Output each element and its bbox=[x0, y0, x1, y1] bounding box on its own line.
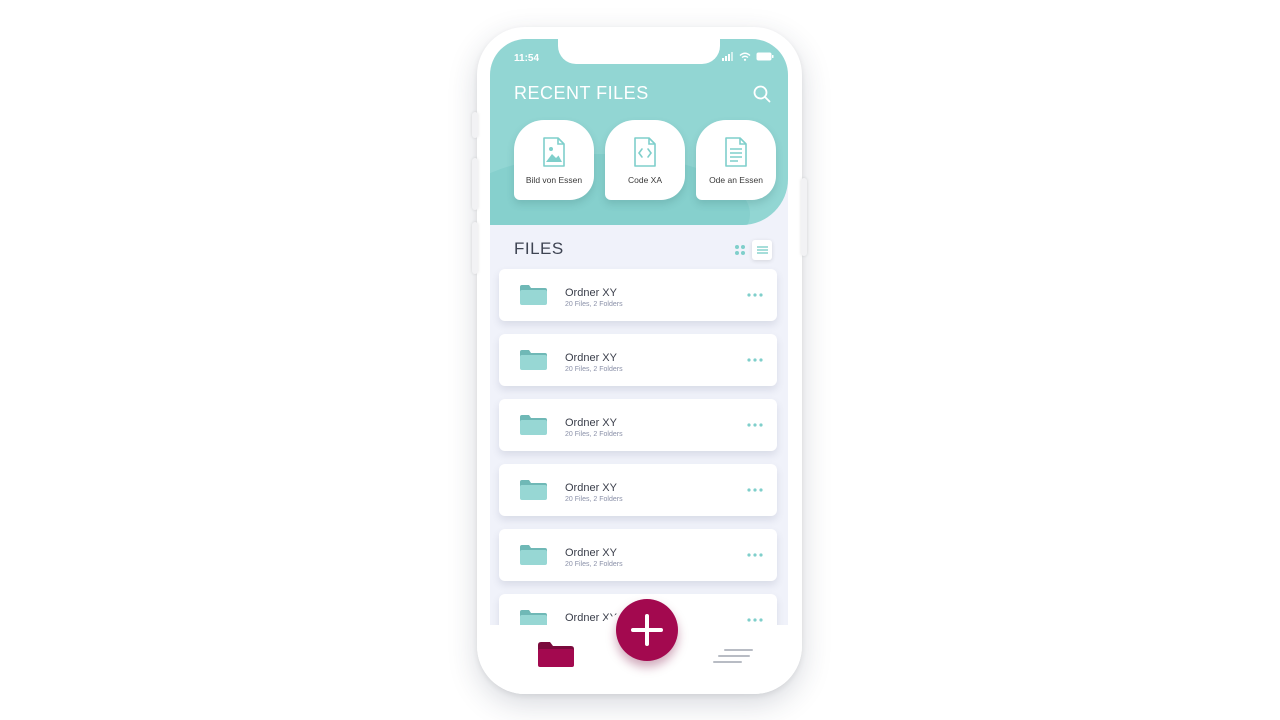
app-screen: 11:54 RECENT FILES Bild von Essen Code X… bbox=[490, 39, 788, 625]
folder-name: Ordner XY bbox=[565, 287, 617, 299]
recent-file-label: Bild von Essen bbox=[525, 175, 583, 185]
folder-icon bbox=[520, 350, 547, 370]
more-options-icon[interactable] bbox=[747, 488, 763, 492]
side-button-power bbox=[801, 178, 807, 256]
folder-nav-icon[interactable] bbox=[537, 641, 575, 668]
add-button[interactable] bbox=[616, 599, 678, 661]
folder-row[interactable]: Ordner XY 20 Files, 2 Folders bbox=[499, 334, 777, 386]
folder-icon bbox=[520, 415, 547, 435]
folder-meta: 20 Files, 2 Folders bbox=[565, 561, 623, 568]
folder-row[interactable]: Ordner XY 20 Files, 2 Folders bbox=[499, 464, 777, 516]
grid-view-icon[interactable] bbox=[734, 244, 746, 256]
status-icons bbox=[722, 52, 774, 61]
folder-icon bbox=[520, 285, 547, 305]
folder-name: Ordner XY bbox=[565, 417, 617, 429]
page-title: RECENT FILES bbox=[514, 83, 649, 103]
files-section-title: FILES bbox=[514, 239, 564, 258]
code-file-icon bbox=[634, 137, 656, 167]
list-view-button[interactable] bbox=[752, 240, 772, 260]
text-file-icon bbox=[725, 137, 747, 167]
folder-icon bbox=[520, 480, 547, 500]
more-options-icon[interactable] bbox=[747, 293, 763, 297]
folder-meta: 20 Files, 2 Folders bbox=[565, 431, 623, 438]
folder-row[interactable]: Ordner XY 20 Files, 2 Folders bbox=[499, 269, 777, 321]
side-button-volume-down bbox=[472, 222, 478, 274]
folder-row[interactable]: Ordner XY 20 Files, 2 Folders bbox=[499, 399, 777, 451]
more-options-icon[interactable] bbox=[747, 423, 763, 427]
folder-icon bbox=[520, 545, 547, 565]
recent-file-label: Ode an Essen bbox=[709, 175, 763, 185]
side-button-mute bbox=[472, 112, 478, 138]
more-options-icon[interactable] bbox=[747, 358, 763, 362]
recent-files-header: 11:54 RECENT FILES Bild von Essen Code X… bbox=[490, 39, 788, 225]
battery-icon bbox=[756, 52, 774, 61]
recent-file-label: Code XA bbox=[627, 175, 663, 185]
folder-name: Ordner XY bbox=[565, 352, 617, 364]
side-button-volume-up bbox=[472, 158, 478, 210]
recent-file-card[interactable]: Code XA bbox=[605, 120, 685, 200]
folder-name: Ordner XY bbox=[565, 547, 617, 559]
list-view-icon bbox=[757, 246, 768, 254]
more-options-icon[interactable] bbox=[747, 553, 763, 557]
wifi-icon bbox=[739, 52, 751, 61]
folder-meta: 20 Files, 2 Folders bbox=[565, 496, 623, 503]
recent-file-card[interactable]: Bild von Essen bbox=[514, 120, 594, 200]
folder-icon bbox=[520, 610, 547, 625]
status-time: 11:54 bbox=[514, 53, 540, 64]
folder-meta: 20 Files, 2 Folders bbox=[565, 301, 623, 308]
folder-meta: 20 Files, 2 Folders bbox=[565, 366, 623, 373]
menu-nav-icon[interactable] bbox=[713, 648, 753, 664]
image-file-icon bbox=[543, 137, 565, 167]
folder-row[interactable]: Ordner XY 20 Files, 2 Folders bbox=[499, 529, 777, 581]
recent-file-card[interactable]: Ode an Essen bbox=[696, 120, 776, 200]
signal-icon bbox=[722, 52, 733, 61]
folder-name: Ordner XY bbox=[565, 482, 617, 494]
more-options-icon[interactable] bbox=[747, 618, 763, 622]
phone-notch bbox=[558, 39, 720, 64]
search-icon[interactable] bbox=[752, 84, 772, 104]
plus-icon bbox=[631, 614, 663, 646]
